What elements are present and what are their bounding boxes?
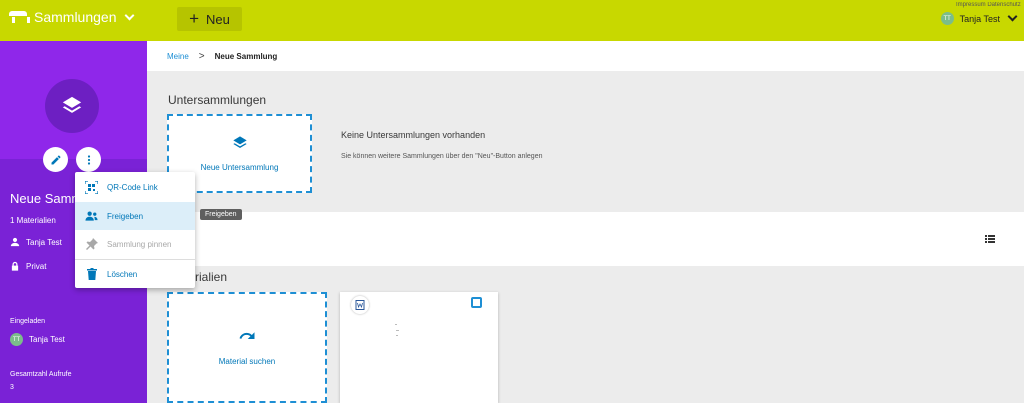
chevron-down-icon: [1007, 11, 1018, 22]
search-material-button[interactable]: Material suchen: [167, 292, 327, 403]
logo-icon: [8, 10, 30, 24]
menu-item-label: Sammlung pinnen: [107, 239, 172, 249]
search-material-label: Material suchen: [218, 357, 276, 366]
user-menu[interactable]: TT Tanja Test: [940, 11, 1018, 25]
chevron-down-icon: [124, 10, 134, 20]
new-button[interactable]: + Neu: [177, 7, 242, 31]
owner-row: Tanja Test: [10, 237, 62, 247]
menu-item-label: Löschen: [107, 269, 138, 279]
menu-item-qr-code[interactable]: QR-Code Link: [75, 173, 195, 201]
edit-button[interactable]: [43, 147, 68, 172]
menu-item-label: Freigeben: [107, 211, 144, 221]
breadcrumb: Meine > Neue Sammlung: [147, 41, 1024, 71]
pencil-icon: [51, 155, 60, 164]
new-button-label: Neu: [206, 11, 230, 27]
pin-icon: [85, 238, 98, 251]
empty-subcollections-title: Keine Untersammlungen vorhanden: [341, 130, 486, 140]
breadcrumb-current: Neue Sammlung: [214, 51, 278, 61]
select-checkbox[interactable]: [471, 297, 482, 308]
person-icon: [10, 237, 20, 247]
owner-name: Tanja Test: [26, 237, 62, 247]
more-vertical-icon: [87, 154, 90, 165]
menu-item-delete[interactable]: Löschen: [75, 260, 195, 288]
views-label: Gesamtzahl Aufrufe: [10, 371, 72, 378]
material-count: 1 Materialien: [10, 216, 56, 225]
brand-label: Sammlungen: [34, 9, 117, 25]
subcollections-heading: Untersammlungen: [168, 93, 267, 107]
invited-user-row: TT Tanja Test: [10, 333, 65, 346]
new-subcollection-label: Neue Untersammlung: [200, 163, 279, 172]
breadcrumb-root-link[interactable]: Meine: [167, 52, 189, 61]
collection-layers-icon: [45, 79, 99, 133]
plus-icon: +: [189, 8, 200, 28]
invited-user-name: Tanja Test: [29, 335, 65, 344]
avatar: TT: [10, 333, 23, 346]
views-value: 3: [10, 384, 14, 391]
share-people-icon: [85, 210, 98, 223]
trash-icon: [85, 268, 98, 281]
scope-row: Privat: [10, 261, 46, 272]
breadcrumb-separator: >: [198, 50, 205, 62]
footer-links[interactable]: Impressum Datenschutz: [956, 2, 1024, 8]
user-name: Tanja Test: [959, 13, 1000, 24]
lock-icon: [11, 261, 19, 271]
collections-menu[interactable]: Sammlungen: [8, 9, 134, 25]
top-bar: Sammlungen + Neu Impressum Datenschutz T…: [0, 0, 1024, 41]
redo-arrow-icon: [239, 332, 255, 339]
document-preview-icon: [395, 324, 399, 336]
more-options-button[interactable]: [76, 147, 101, 172]
menu-item-label: QR-Code Link: [107, 182, 158, 192]
material-card[interactable]: [340, 292, 498, 403]
menu-item-pin[interactable]: Sammlung pinnen: [75, 230, 195, 258]
materials-heading: rialien: [195, 270, 228, 284]
collection-title: Neue Samm: [10, 191, 83, 206]
word-document-icon: [351, 296, 369, 314]
scope-label: Privat: [26, 262, 47, 271]
list-view-icon[interactable]: [985, 235, 995, 243]
layers-icon: [232, 136, 247, 148]
menu-item-share[interactable]: Freigeben: [75, 202, 195, 230]
share-tooltip: Freigeben: [200, 209, 242, 220]
avatar: TT: [940, 12, 954, 25]
materials-toolbar: [147, 212, 1024, 266]
invited-label: Eingeladen: [10, 318, 46, 325]
empty-subcollections-text: Sie können weitere Sammlungen über den "…: [341, 153, 543, 160]
qr-code-icon: [85, 180, 98, 194]
collection-options-menu: QR-Code Link Freigeben Sammlung pinnen L…: [75, 172, 195, 288]
